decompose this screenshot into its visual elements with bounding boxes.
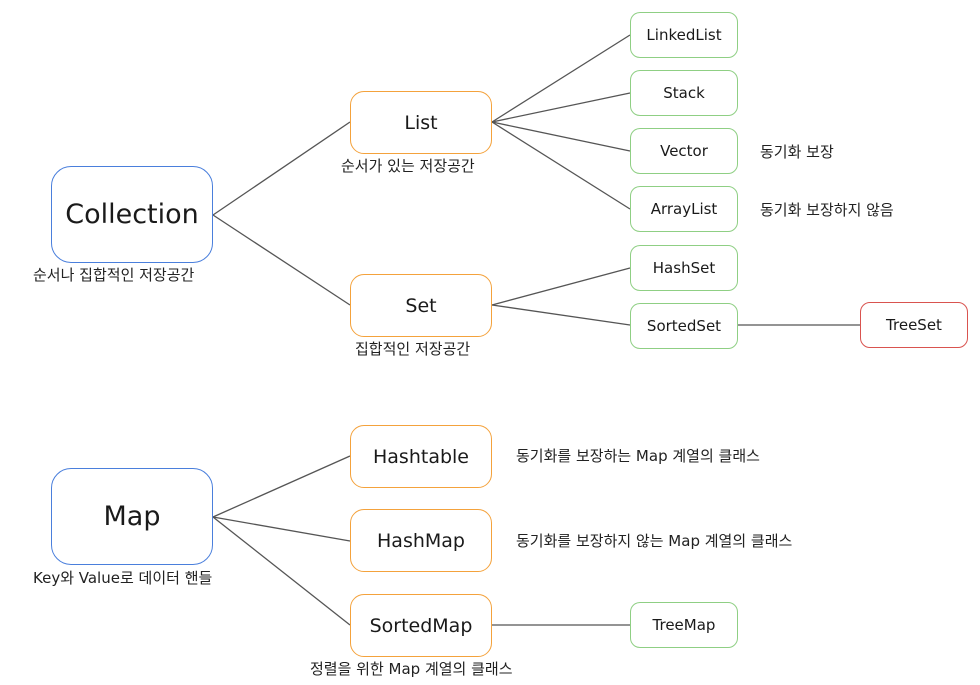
edge-collection-list	[212, 121, 351, 216]
edge-collection-set	[212, 214, 351, 306]
edge-list-vector	[491, 121, 631, 152]
edge-set-sortedset	[491, 304, 631, 326]
stack-node: Stack	[630, 70, 738, 116]
list-title: List	[404, 111, 438, 134]
sortedmap-node: SortedMap	[350, 594, 492, 657]
set-node: Set	[350, 274, 492, 337]
linkedlist-title: LinkedList	[646, 26, 722, 44]
vector-node: Vector	[630, 128, 738, 174]
vector-note: 동기화 보장	[760, 143, 834, 161]
sortedmap-caption: 정렬을 위한 Map 계열의 클래스	[310, 660, 513, 678]
list-caption: 순서가 있는 저장공간	[341, 157, 475, 175]
treeset-node: TreeSet	[860, 302, 968, 348]
collection-caption: 순서나 집합적인 저장공간	[33, 266, 195, 284]
hashmap-title: HashMap	[377, 529, 465, 552]
list-node: List	[350, 91, 492, 154]
edge-set-hashset	[491, 267, 631, 306]
set-caption: 집합적인 저장공간	[355, 340, 471, 358]
arraylist-title: ArrayList	[650, 200, 718, 218]
edge-list-linkedlist	[491, 34, 631, 123]
stack-title: Stack	[663, 84, 705, 102]
collection-title: Collection	[65, 199, 199, 230]
linkedlist-node: LinkedList	[630, 12, 738, 58]
map-title: Map	[103, 501, 161, 532]
map-node: Map	[51, 468, 213, 565]
vector-title: Vector	[660, 142, 708, 160]
hashset-node: HashSet	[630, 245, 738, 291]
hashtable-note: 동기화를 보장하는 Map 계열의 클래스	[516, 447, 760, 465]
hashmap-node: HashMap	[350, 509, 492, 572]
treemap-title: TreeMap	[652, 616, 716, 634]
sortedset-title: SortedSet	[646, 317, 722, 335]
treeset-title: TreeSet	[886, 316, 942, 334]
hashtable-node: Hashtable	[350, 425, 492, 488]
edge-list-arraylist	[491, 121, 631, 210]
edge-list-stack	[491, 92, 631, 123]
arraylist-node: ArrayList	[630, 186, 738, 232]
collection-node: Collection	[51, 166, 213, 263]
edge-map-sortedmap	[212, 516, 351, 626]
hashmap-note: 동기화를 보장하지 않는 Map 계열의 클래스	[516, 532, 793, 550]
hashtable-title: Hashtable	[373, 445, 469, 468]
treemap-node: TreeMap	[630, 602, 738, 648]
sortedmap-title: SortedMap	[369, 614, 473, 637]
hashset-title: HashSet	[652, 259, 716, 277]
set-title: Set	[405, 294, 437, 317]
edge-map-hashtable	[212, 455, 351, 518]
arraylist-note: 동기화 보장하지 않음	[760, 201, 894, 219]
edge-map-hashmap	[212, 516, 351, 542]
map-caption: Key와 Value로 데이터 핸들	[33, 569, 213, 587]
sortedset-node: SortedSet	[630, 303, 738, 349]
